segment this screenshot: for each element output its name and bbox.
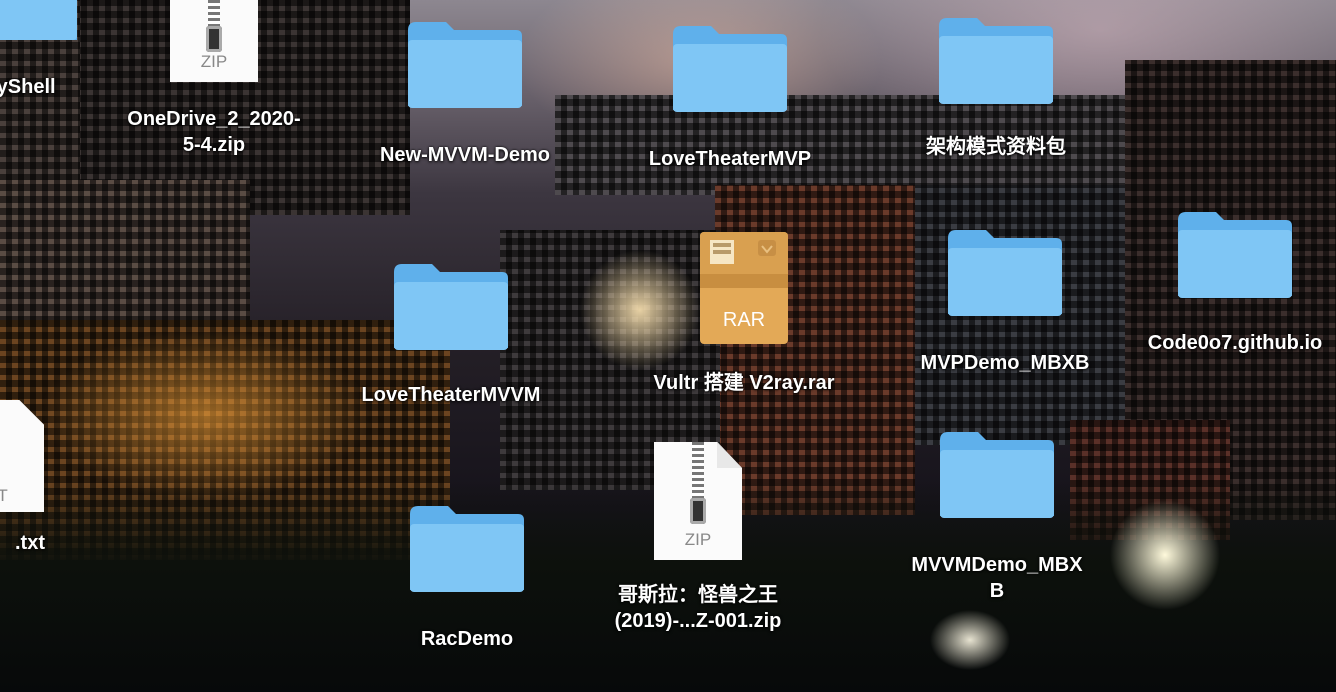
rar-archive-icon: RAR: [698, 230, 790, 346]
item-label: .txt: [15, 532, 45, 554]
desktop-item-lovetheatermvvm[interactable]: LoveTheaterMVVM: [326, 258, 576, 408]
desktop-item-mvvmdemo-mbxb[interactable]: MVVMDemo_MBX B: [872, 426, 1122, 604]
item-label: oyShell: [0, 76, 56, 98]
zip-file-icon: ZIP: [170, 0, 258, 82]
text-file-icon: XT: [0, 400, 60, 512]
desktop-item-architecture-folder[interactable]: 架构模式资料包: [871, 12, 1121, 160]
skyline-building: [0, 180, 250, 340]
folder-icon: [671, 20, 789, 116]
folder-icon: [1176, 206, 1294, 302]
item-label: RacDemo: [420, 628, 514, 650]
item-label: LoveTheaterMVP: [648, 148, 812, 170]
desktop-item-code0o7-github-io[interactable]: Code0o7.github.io: [1110, 206, 1336, 356]
folder-icon: [938, 426, 1056, 522]
desktop-item-oyshell[interactable]: oyShell: [0, 0, 100, 100]
desktop-background: oyShell ZIP OneDrive_2_2020- 5-4.zip New…: [0, 0, 1336, 692]
desktop-item-lovetheatermvp[interactable]: LoveTheaterMVP: [605, 20, 855, 172]
folder-icon: [937, 12, 1055, 108]
folder-icon: [0, 0, 79, 42]
item-label: New-MVVM-Demo: [379, 144, 550, 166]
desktop-item-godzilla-zip[interactable]: ZIP 哥斯拉：怪兽之王 (2019)-...Z-001.zip: [558, 442, 838, 634]
desktop-item-mvpdemo-mbxb[interactable]: MVPDemo_MBXB: [880, 224, 1130, 376]
item-label: 架构模式资料包: [926, 136, 1066, 158]
item-label: MVPDemo_MBXB: [920, 352, 1090, 374]
desktop-item-vultr-rar[interactable]: RAR Vultr 搭建 V2ray.rar: [619, 230, 869, 396]
item-label: 哥斯拉：怪兽之王 (2019)-...Z-001.zip: [614, 584, 782, 632]
folder-icon: [946, 224, 1064, 320]
folder-icon: [408, 500, 526, 596]
desktop-item-onedrive-zip[interactable]: ZIP OneDrive_2_2020- 5-4.zip: [94, 0, 334, 158]
item-label: MVVMDemo_MBX B: [911, 554, 1083, 602]
folder-icon: [392, 258, 510, 354]
item-label: OneDrive_2_2020- 5-4.zip: [127, 108, 301, 156]
item-label: Vultr 搭建 V2ray.rar: [653, 372, 835, 394]
desktop-item-txt[interactable]: XT .txt: [0, 400, 60, 556]
desktop-item-racdemo[interactable]: RacDemo: [342, 500, 592, 652]
zip-file-icon: ZIP: [654, 442, 742, 560]
folder-icon: [406, 16, 524, 112]
item-label: LoveTheaterMVVM: [361, 384, 541, 406]
desktop-item-new-mvvm-demo[interactable]: New-MVVM-Demo: [340, 16, 590, 168]
item-label: Code0o7.github.io: [1147, 332, 1323, 354]
